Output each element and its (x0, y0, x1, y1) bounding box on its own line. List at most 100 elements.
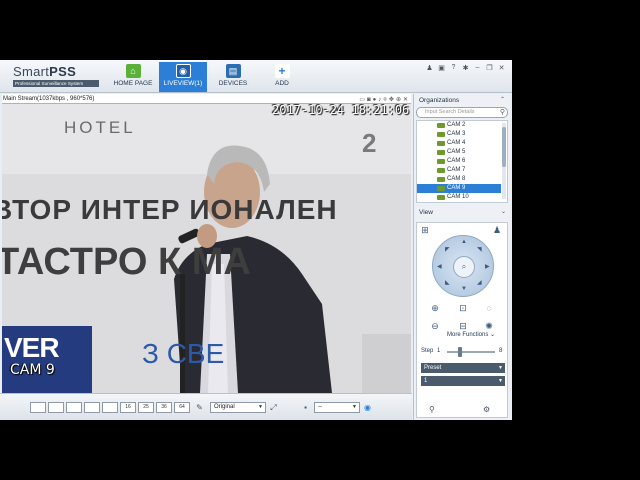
tree-item-label: CAM 9 (447, 185, 466, 191)
settings-icon[interactable]: ✱ (461, 64, 470, 72)
restore-icon[interactable]: ❐ (485, 64, 494, 72)
tree-item-cam-3[interactable]: CAM 3 (417, 130, 507, 139)
view-select[interactable]: -- ▼ (314, 402, 360, 413)
scene-text-number: 2 (362, 128, 377, 158)
custom-layout-icon[interactable]: ✎ (194, 402, 205, 413)
tree-scroll-thumb[interactable] (502, 127, 506, 167)
camera-icon (437, 159, 445, 164)
tree-item-label: CAM 6 (447, 158, 466, 164)
stream-info: Main Stream(1037kbps , 960*576) (3, 96, 95, 102)
chevron-up-icon[interactable]: ⌃ (500, 96, 505, 103)
tree-item-label: CAM 4 (447, 140, 466, 146)
chevron-down-icon[interactable]: ⌄ (501, 208, 506, 215)
location-icon[interactable]: ⚲ (429, 405, 435, 414)
tab-home-page[interactable]: ⌂ HOME PAGE (110, 62, 156, 92)
iris-open-icon[interactable]: ◌ (483, 303, 495, 313)
arrow-up-right-icon[interactable]: ◥ (477, 246, 482, 253)
close-icon[interactable]: ✕ (497, 64, 506, 72)
tree-item-cam-6[interactable]: CAM 6 (417, 157, 507, 166)
search-icon[interactable]: ⚲ (500, 108, 505, 117)
zoom-out-icon[interactable]: ⊖ (429, 321, 441, 332)
camera-icon (437, 177, 445, 182)
arrow-down-right-icon[interactable]: ◢ (477, 279, 482, 286)
ptz-3d-locate-icon[interactable]: ⌕ (453, 256, 475, 278)
save-view-icon[interactable]: ▪ (300, 402, 311, 413)
video-mode-value: Original (214, 404, 235, 410)
user-icon[interactable]: ♟ (425, 64, 434, 72)
search-input[interactable]: Input Search Details ⚲ (416, 107, 508, 118)
tree-item-cam-2[interactable]: CAM 2 (417, 121, 507, 130)
preset-number-select[interactable]: 1 ▼ (421, 376, 505, 386)
smartpss-window: SmartPSS Professional Surveillance Syste… (0, 60, 512, 420)
more-functions-button[interactable]: More Functions ⌄ (447, 331, 495, 338)
window-controls: ♟ ▣ ? ✱ – ❐ ✕ (425, 64, 506, 72)
scene-text-line2: ТАСТРО К МА (2, 241, 251, 283)
tree-item-cam-8[interactable]: CAM 8 (417, 175, 507, 184)
chevron-down-icon: ▼ (498, 365, 503, 371)
devices-icon: ▤ (225, 64, 241, 78)
tree-item-label: CAM 5 (447, 149, 466, 155)
arrow-up-left-icon[interactable]: ◤ (445, 246, 450, 253)
tree-item-cam-7[interactable]: CAM 7 (417, 166, 507, 175)
video-header: Main Stream(1037kbps , 960*576) ▭ ◙ ● ♪ … (2, 94, 411, 104)
tree-item-cam-10[interactable]: CAM 10 (417, 193, 507, 202)
camera-icon: ◉ (175, 64, 191, 78)
organizations-header[interactable]: Organizations ⌃ (414, 94, 510, 105)
arrow-down-left-icon[interactable]: ◣ (445, 279, 450, 286)
video-mode-select[interactable]: Original ▼ (210, 402, 266, 413)
device-tree: CAM 2 CAM 3 CAM 4 CAM 5 CAM 6 CAM 7 CAM … (416, 120, 508, 203)
scene-text-hotel: HOTEL (64, 118, 136, 137)
camera-feed: HOTEL 2 ВТОР ИНТЕР ИОНАЛЕН ТАСТРО К МА З… (2, 104, 411, 393)
tab-add-label: ADD (275, 80, 289, 87)
camera-icon (437, 132, 445, 137)
step-slider-knob[interactable] (458, 347, 462, 357)
video-timestamp: 2017-10-24 18:21:06 (272, 104, 410, 117)
layout-36-button[interactable]: 36 (156, 402, 172, 413)
right-panel: Organizations ⌃ Input Search Details ⚲ C… (413, 94, 510, 420)
arrow-left-icon[interactable]: ◀ (437, 263, 442, 270)
chevron-down-icon: ▼ (352, 404, 357, 410)
arrow-up-icon[interactable]: ▲ (461, 239, 467, 245)
brand-name: SmartPSS (13, 64, 77, 79)
fullscreen-icon[interactable]: ⤢ (268, 402, 279, 413)
tree-scrollbar[interactable] (502, 123, 506, 199)
focus-near-icon[interactable]: ⊡ (457, 303, 469, 314)
arrow-down-icon[interactable]: ▼ (461, 286, 467, 292)
tab-liveview[interactable]: ◉ LIVEVIEW(1) (159, 62, 207, 92)
zoom-in-icon[interactable]: ⊕ (429, 303, 441, 314)
ptz-menu-icon[interactable]: ⊞ (419, 225, 431, 236)
tab-home-page-label: HOME PAGE (113, 80, 153, 87)
layout-9-button[interactable] (102, 402, 118, 413)
layout-4-button[interactable] (48, 402, 64, 413)
tab-devices[interactable]: ▤ DEVICES (212, 62, 254, 92)
ptz-direction-pad[interactable]: ▲ ▼ ◀ ▶ ◤ ◥ ◣ ◢ ⌕ (432, 235, 494, 297)
step-label: Step (421, 348, 434, 354)
bottom-toolbar: 16 25 36 64 ✎ Original ▼ ⤢ ▪ -- ▼ ◉ (0, 393, 412, 420)
layout-6-button[interactable] (66, 402, 82, 413)
tour-icon[interactable]: ◉ (362, 402, 373, 413)
gear-icon[interactable]: ⚙ (483, 405, 490, 414)
tree-item-cam-9[interactable]: CAM 9 (417, 184, 501, 193)
tab-add[interactable]: + ADD (262, 62, 302, 92)
camera-icon (437, 123, 445, 128)
layout-16-button[interactable]: 16 (120, 402, 136, 413)
ptz-person-icon[interactable]: ♟ (491, 225, 503, 236)
tree-item-label: CAM 8 (447, 176, 466, 182)
camera-icon (437, 141, 445, 146)
preset-select[interactable]: Preset ▼ (421, 363, 505, 373)
tree-item-cam-4[interactable]: CAM 4 (417, 139, 507, 148)
help-icon[interactable]: ? (449, 64, 458, 72)
minimize-icon[interactable]: – (473, 64, 482, 72)
layout-25-button[interactable]: 25 (138, 402, 154, 413)
lock-icon[interactable]: ▣ (437, 64, 446, 72)
home-icon: ⌂ (125, 64, 141, 78)
layout-64-button[interactable]: 64 (174, 402, 190, 413)
search-placeholder: Input Search Details (425, 109, 475, 115)
arrow-right-icon[interactable]: ▶ (485, 263, 490, 270)
step-slider[interactable] (447, 347, 495, 357)
view-header[interactable]: View ⌄ (414, 206, 511, 217)
video-window[interactable]: Main Stream(1037kbps , 960*576) ▭ ◙ ● ♪ … (2, 94, 411, 393)
tree-item-cam-5[interactable]: CAM 5 (417, 148, 507, 157)
layout-1-button[interactable] (30, 402, 46, 413)
layout-8-button[interactable] (84, 402, 100, 413)
